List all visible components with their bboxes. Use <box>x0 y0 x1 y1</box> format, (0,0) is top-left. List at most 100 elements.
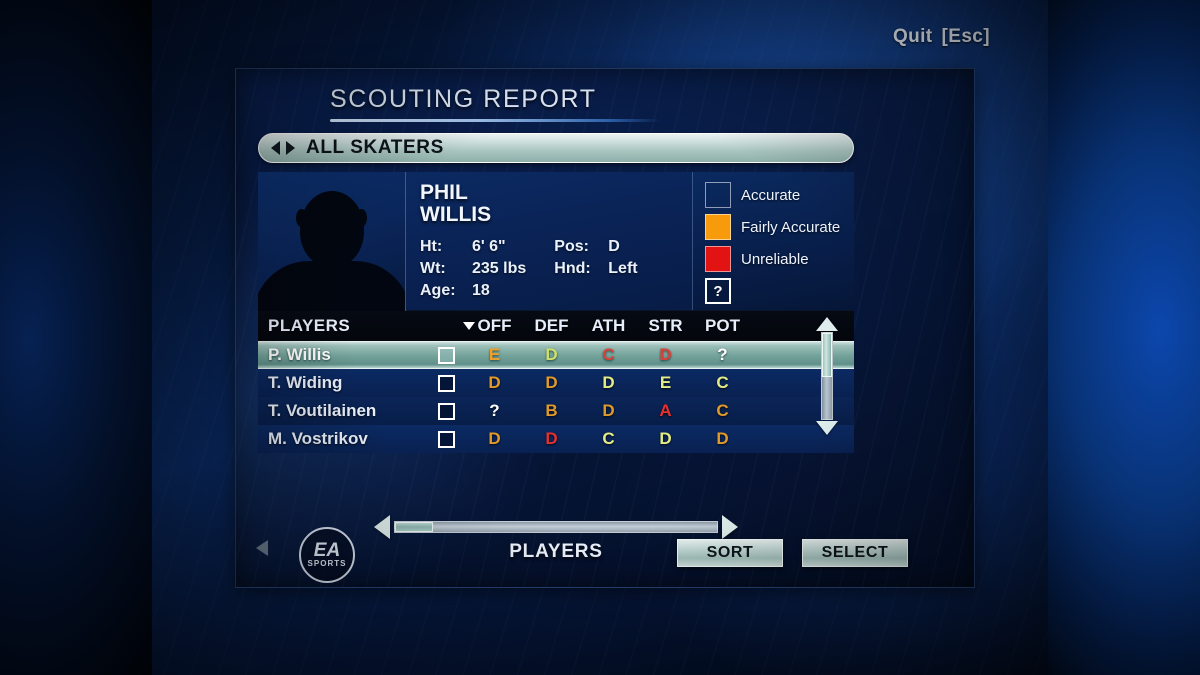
arrow-right-icon[interactable] <box>722 515 738 539</box>
triangle-left-icon[interactable] <box>271 141 280 155</box>
player-height-row: Ht: 6' 6" <box>420 238 526 256</box>
table-body: P. Willis E D C D? T. Widing D D D E C T. Voutilain… <box>258 341 854 453</box>
table-row[interactable]: P. Willis E D C D? <box>258 341 854 369</box>
grade-cell: E <box>488 345 501 364</box>
player-handedness-row: Hnd: Left <box>554 260 637 278</box>
grade-cell: D <box>659 429 672 448</box>
player-stats-column-1: Ht: 6' 6" Wt: 235 lbs Age: 18 <box>420 238 526 300</box>
grade-cell: A <box>659 401 672 420</box>
player-last-name: WILLIS <box>420 203 492 226</box>
vertical-scroll-thumb[interactable] <box>822 333 832 377</box>
player-stats: Ht: 6' 6" Wt: 235 lbs Age: 18 Pos: D Hnd… <box>420 238 692 300</box>
column-header-label: DEF <box>534 316 569 335</box>
vertical-scrollbar[interactable] <box>814 317 840 435</box>
grade-cell: D <box>488 429 501 448</box>
column-header-pot[interactable]: POT <box>694 316 751 336</box>
column-header-label: STR <box>648 316 683 335</box>
grade-cell: D <box>659 345 672 364</box>
grade-cell: C <box>716 373 729 392</box>
column-header-off[interactable]: OFF <box>463 316 523 336</box>
title-block: SCOUTING REPORT <box>330 85 660 122</box>
legend-swatch <box>705 246 731 272</box>
scouting-report-panel: SCOUTING REPORT ALL SKATERS PHIL WILLIS <box>235 68 975 588</box>
select-button[interactable]: SELECT <box>802 539 908 567</box>
player-name-cell: T. Widing <box>268 373 343 392</box>
filter-selector[interactable]: ALL SKATERS <box>258 133 854 163</box>
age-label: Age: <box>420 282 456 299</box>
silhouette-ear-right <box>356 209 367 227</box>
ea-logo-primary: EA <box>313 539 341 561</box>
table-row[interactable]: T. Voutilainen? B D A C <box>258 397 854 425</box>
player-age-row: Age: 18 <box>420 282 526 300</box>
row-checkbox-cell[interactable] <box>438 402 466 420</box>
horizontal-scroll-thumb[interactable] <box>395 522 433 532</box>
grade-cell: D <box>545 345 558 364</box>
sort-button[interactable]: SORT <box>677 539 783 567</box>
quit-key-label: [Esc] <box>941 26 990 47</box>
game-viewport: Quit [Esc] SCOUTING REPORT ALL SKATERS P… <box>152 0 1048 675</box>
row-checkbox-cell[interactable] <box>438 430 466 448</box>
back-button[interactable] <box>249 535 275 561</box>
row-checkbox[interactable] <box>438 430 455 448</box>
weight-value: 235 lbs <box>472 260 527 277</box>
player-name-cell: P. Willis <box>268 345 331 364</box>
row-checkbox[interactable] <box>438 346 455 364</box>
grade-cell: D <box>545 373 558 392</box>
grade-cell: D <box>602 373 615 392</box>
legend-swatch <box>705 182 731 208</box>
ea-logo-secondary: SPORTS <box>307 558 347 568</box>
player-info-row: PHIL WILLIS Ht: 6' 6" Wt: 235 lbs Age: 1… <box>258 172 854 311</box>
row-checkbox[interactable] <box>438 374 455 392</box>
player-stats-column-2: Pos: D Hnd: Left <box>554 238 637 300</box>
row-checkbox-cell[interactable] <box>438 346 466 364</box>
back-triangle-icon <box>256 540 268 556</box>
ea-sports-logo: EA SPORTS <box>299 527 355 583</box>
height-value: 6' 6" <box>472 238 506 255</box>
column-header-label: OFF <box>477 316 512 335</box>
desktop-background-right <box>1040 0 1200 675</box>
legend-label: Unreliable <box>741 250 809 268</box>
grade-cell: C <box>602 429 615 448</box>
grade-cell: D <box>602 401 615 420</box>
handedness-value: Left <box>608 260 638 277</box>
player-bio: PHIL WILLIS Ht: 6' 6" Wt: 235 lbs Age: 1… <box>406 172 692 310</box>
player-name-cell: M. Vostrikov <box>268 429 368 448</box>
silhouette-head <box>299 191 364 267</box>
column-header-str[interactable]: STR <box>637 316 694 336</box>
arrow-down-icon[interactable] <box>816 421 838 435</box>
column-header-ath[interactable]: ATH <box>580 316 637 336</box>
age-value: 18 <box>472 282 490 299</box>
quit-hud[interactable]: Quit [Esc] <box>893 26 990 48</box>
scouting-table: PLAYERS OFF DEF ATH STR POT P. Willis E D C D? T. … <box>258 311 854 511</box>
legend-label: Fairly Accurate <box>741 218 841 236</box>
legend-item: Accurate <box>705 182 854 208</box>
grade-cell: ? <box>489 401 500 420</box>
grade-cell: ? <box>717 345 728 364</box>
column-header-label: ATH <box>591 316 626 335</box>
triangle-right-icon[interactable] <box>286 141 295 155</box>
grade-cell: B <box>545 401 558 420</box>
row-checkbox-cell[interactable] <box>438 374 466 392</box>
table-row[interactable]: T. Widing D D D E C <box>258 369 854 397</box>
horizontal-scroll-track[interactable] <box>394 521 718 533</box>
column-header-players[interactable]: PLAYERS <box>268 316 438 336</box>
vertical-scroll-track[interactable] <box>821 332 833 420</box>
legend-label: Accurate <box>741 186 801 204</box>
legend-swatch <box>705 214 731 240</box>
handedness-label: Hnd: <box>554 260 591 277</box>
sort-descending-caret-icon <box>463 322 475 330</box>
grade-cell: C <box>602 345 615 364</box>
table-row[interactable]: M. Vostrikov D D C D D <box>258 425 854 453</box>
arrow-up-icon[interactable] <box>816 317 838 331</box>
title-underline <box>330 119 660 122</box>
table-header-row: PLAYERS OFF DEF ATH STR POT <box>258 311 854 341</box>
silhouette-ear-left <box>296 209 307 227</box>
grade-cell: E <box>659 373 672 392</box>
height-label: Ht: <box>420 238 443 255</box>
player-first-name: PHIL <box>420 181 468 204</box>
arrow-left-icon[interactable] <box>374 515 390 539</box>
grade-cell: D <box>488 373 501 392</box>
legend-item: Fairly Accurate <box>705 214 854 240</box>
row-checkbox[interactable] <box>438 402 455 420</box>
column-header-def[interactable]: DEF <box>523 316 580 336</box>
